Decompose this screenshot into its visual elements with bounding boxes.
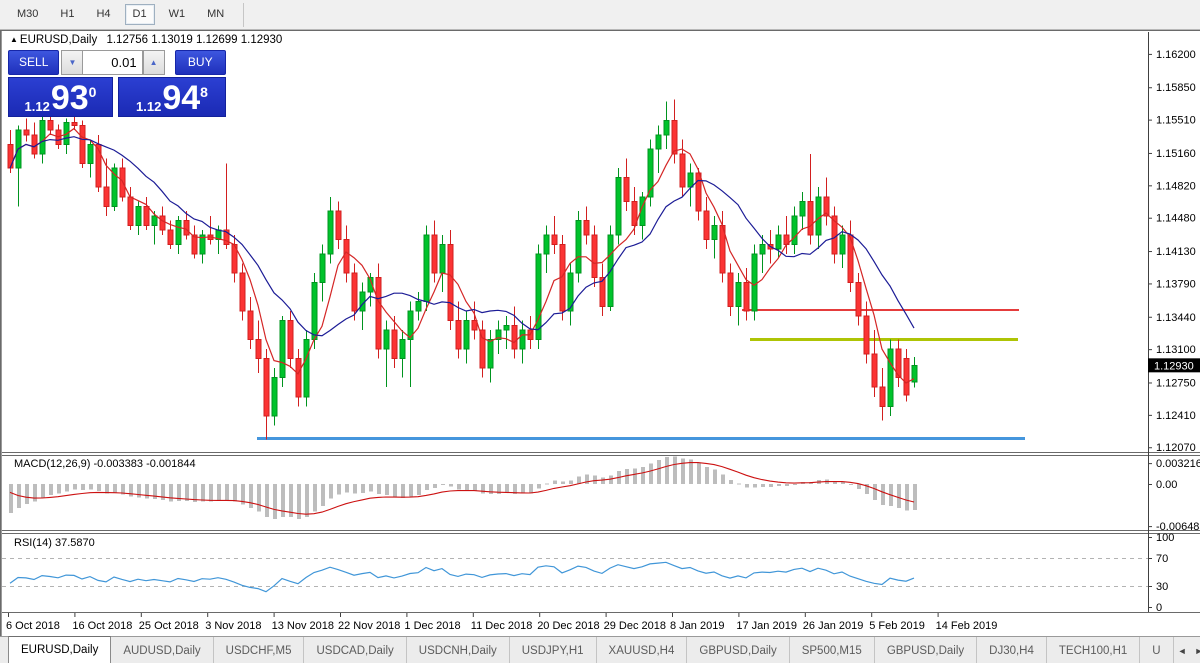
bid-price-box[interactable]: 1.12 93 0 [8, 77, 113, 117]
bid-pip-digit: 0 [88, 84, 97, 100]
svg-text:22 Nov 2018: 22 Nov 2018 [338, 620, 400, 632]
lot-increase-button[interactable]: ▲ [142, 50, 165, 75]
svg-text:1.12410: 1.12410 [1156, 410, 1196, 422]
chart-window: 1.16200 1.15850 1.15510 1.15160 1.14820 1.144… [0, 30, 1200, 636]
svg-text:1.14480: 1.14480 [1156, 213, 1196, 225]
chart-tab-gbpusd-daily[interactable]: GBPUSD,Daily [875, 637, 978, 663]
chart-symbol-period: EURUSD,Daily [19, 34, 98, 46]
chart-tab-dj30-h4[interactable]: DJ30,H4 [977, 637, 1047, 663]
tab-scroll-right-icon[interactable]: ► [1191, 646, 1200, 656]
svg-text:1.12750: 1.12750 [1156, 377, 1196, 389]
svg-text:16 Oct 2018: 16 Oct 2018 [72, 620, 132, 632]
svg-text:30: 30 [1156, 581, 1168, 593]
ask-pip-digit: 8 [200, 84, 208, 100]
sell-button[interactable]: SELL [8, 50, 60, 75]
svg-text:8 Jan 2019: 8 Jan 2019 [670, 620, 724, 632]
svg-text:17 Jan 2019: 17 Jan 2019 [736, 620, 797, 632]
chart-tab-gbpusd-daily[interactable]: GBPUSD,Daily [687, 637, 790, 663]
timeframe-toolbar: M30 H1 H4 D1 W1 MN [0, 0, 1200, 30]
svg-text:1.16200: 1.16200 [1156, 49, 1196, 61]
chart-tab-u[interactable]: U [1140, 637, 1174, 663]
chevron-up-icon: ▲ [149, 58, 158, 67]
ask-prefix: 1.12 [136, 99, 162, 114]
chart-tab-bar: EURUSD,Daily AUDUSD,Daily USDCHF,M5 USDCAD,… [0, 636, 1200, 663]
chart-tab-audusd-daily[interactable]: AUDUSD,Daily [111, 637, 214, 663]
chart-tab-sp500-m15[interactable]: SP500,M15 [790, 637, 875, 663]
svg-text:3 Nov 2018: 3 Nov 2018 [205, 620, 261, 632]
svg-text:1.14820: 1.14820 [1156, 180, 1196, 192]
svg-text:13 Nov 2018: 13 Nov 2018 [272, 620, 334, 632]
chart-title: ▲ EURUSD,Daily 1.12756 1.13019 1.12699 1.… [10, 34, 282, 46]
chart-ohlc-values: 1.12756 1.13019 1.12699 1.12930 [106, 34, 283, 46]
svg-text:14 Feb 2019: 14 Feb 2019 [936, 620, 998, 632]
bid-main-digits: 93 [50, 79, 89, 118]
macd-indicator-label: MACD(12,26,9) -0.003383 -0.001844 [14, 458, 196, 470]
bid-prefix: 1.12 [24, 99, 50, 114]
svg-text:100: 100 [1156, 532, 1174, 544]
svg-text:1.15510: 1.15510 [1156, 115, 1196, 127]
rsi-indicator-label: RSI(14) 37.5870 [14, 537, 95, 549]
svg-text:1.15160: 1.15160 [1156, 148, 1196, 160]
svg-text:29 Dec 2018: 29 Dec 2018 [604, 620, 666, 632]
timeframe-button-w1[interactable]: W1 [161, 4, 194, 25]
timeframe-button-mn[interactable]: MN [199, 4, 232, 25]
svg-text:1.12070: 1.12070 [1156, 442, 1196, 454]
svg-text:11 Dec 2018: 11 Dec 2018 [471, 620, 533, 632]
ask-price-box[interactable]: 1.12 94 8 [118, 77, 226, 117]
timeframe-button-m30[interactable]: M30 [9, 4, 46, 25]
svg-text:0: 0 [1156, 602, 1162, 614]
svg-text:26 Jan 2019: 26 Jan 2019 [803, 620, 864, 632]
lot-decrease-button[interactable]: ▼ [61, 50, 83, 75]
chart-tab-xauusd-h4[interactable]: XAUUSD,H4 [597, 637, 688, 663]
svg-text:1.15850: 1.15850 [1156, 82, 1196, 94]
buy-button[interactable]: BUY [174, 50, 226, 75]
svg-text:0.00: 0.00 [1156, 479, 1177, 491]
svg-text:1 Dec 2018: 1 Dec 2018 [404, 620, 460, 632]
timeframe-button-d1[interactable]: D1 [124, 4, 155, 25]
svg-text:6 Oct 2018: 6 Oct 2018 [6, 620, 60, 632]
chart-tab-tech100-h1[interactable]: TECH100,H1 [1047, 637, 1141, 663]
svg-text:70: 70 [1156, 553, 1168, 565]
collapse-triangle-icon[interactable]: ▲ [10, 35, 18, 44]
toolbar-divider [243, 2, 245, 27]
chart-tab-usdjpy-h1[interactable]: USDJPY,H1 [510, 637, 597, 663]
svg-text:1.13440: 1.13440 [1156, 312, 1196, 324]
svg-text:25 Oct 2018: 25 Oct 2018 [139, 620, 199, 632]
svg-text:1.14130: 1.14130 [1156, 246, 1196, 258]
chart-tab-usdcnh-daily[interactable]: USDCNH,Daily [407, 637, 510, 663]
svg-text:1.12930: 1.12930 [1154, 360, 1194, 372]
lot-size-input[interactable]: 0.01 [82, 50, 143, 75]
ask-main-digits: 94 [162, 79, 201, 118]
svg-text:20 Dec 2018: 20 Dec 2018 [537, 620, 599, 632]
timeframe-button-h4[interactable]: H4 [88, 4, 118, 25]
svg-text:5 Feb 2019: 5 Feb 2019 [869, 620, 925, 632]
timeframe-button-h1[interactable]: H1 [52, 4, 82, 25]
chart-tab-usdchf-m5[interactable]: USDCHF,M5 [214, 637, 305, 663]
svg-text:1.13790: 1.13790 [1156, 278, 1196, 290]
svg-text:0.003216: 0.003216 [1156, 458, 1200, 470]
tab-scroll-arrows: ◄ ► [1174, 637, 1200, 663]
chart-tab-eurusd-daily[interactable]: EURUSD,Daily [8, 636, 112, 663]
svg-text:1.13100: 1.13100 [1156, 344, 1196, 356]
one-click-trading-panel: SELL ▼ 0.01 ▲ BUY 1.12 93 0 1.12 94 8 [8, 50, 226, 117]
chevron-down-icon: ▼ [68, 58, 77, 67]
tab-scroll-left-icon[interactable]: ◄ [1174, 646, 1191, 656]
price-chart[interactable]: 1.16200 1.15850 1.15510 1.15160 1.14820 1.144… [0, 30, 1200, 636]
chart-tab-usdcad-daily[interactable]: USDCAD,Daily [304, 637, 407, 663]
